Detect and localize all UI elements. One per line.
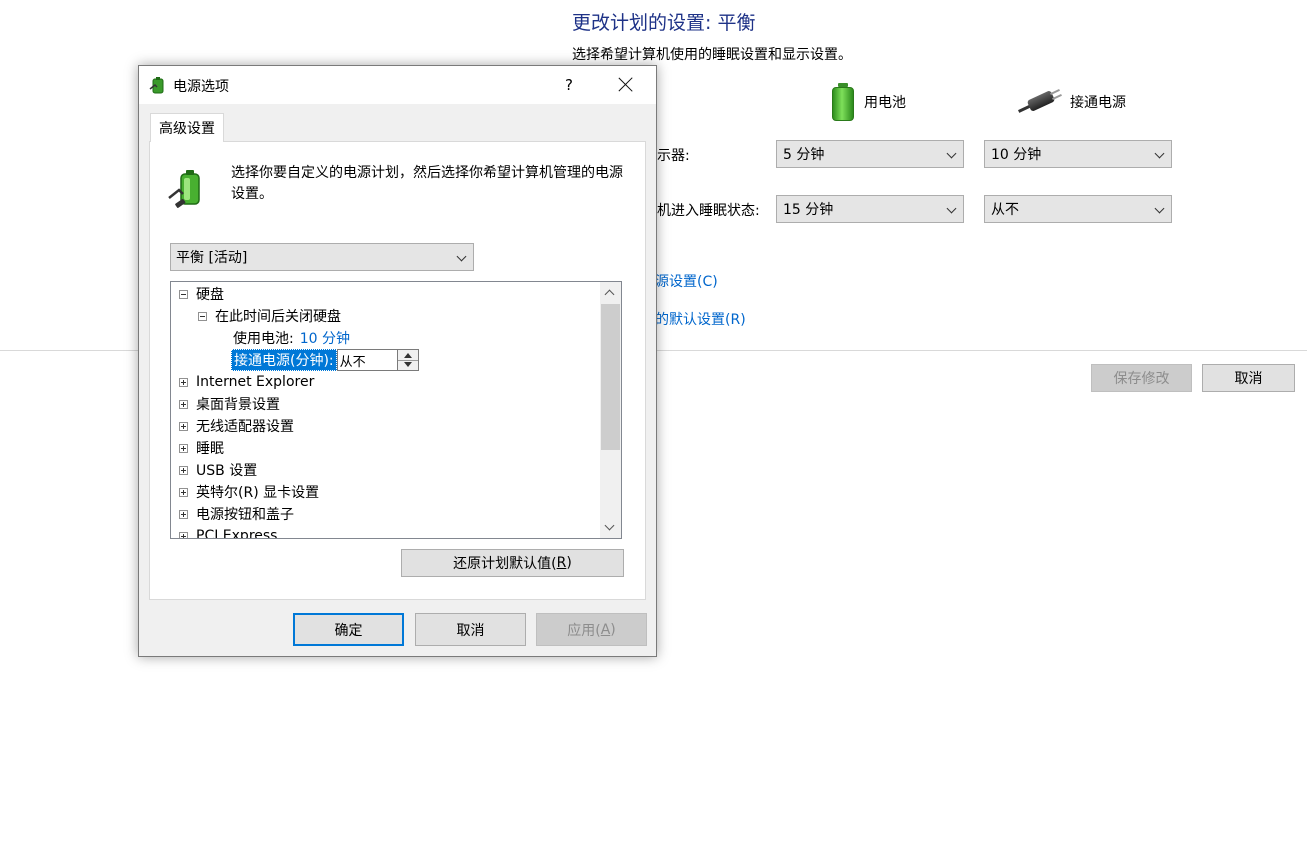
expand-icon[interactable] <box>179 399 188 409</box>
sleep-battery-value: 15 分钟 <box>783 202 834 218</box>
sleep-plugged-select[interactable]: 从不 <box>984 195 1172 223</box>
apply-accelerator-key: A <box>600 621 611 638</box>
battery-icon <box>830 83 856 121</box>
tree-item-label: 睡眠 <box>196 441 224 457</box>
chevron-down-icon <box>1154 148 1165 159</box>
dialog-description: 选择你要自定义的电源计划，然后选择你希望计算机管理的电源设置。 <box>231 165 623 202</box>
settings-tree[interactable]: 硬盘 在此时间后关闭硬盘 使用电池: 10 分钟 接通电源(分钟): 从不 In… <box>170 281 622 539</box>
collapse-icon[interactable] <box>198 311 207 321</box>
scroll-down-icon[interactable] <box>604 520 615 531</box>
chevron-down-icon <box>456 251 467 262</box>
dialog-title: 电源选项 <box>173 79 229 95</box>
tree-item-turn-off-disk[interactable]: 在此时间后关闭硬盘 <box>198 305 341 327</box>
power-plan-value: 平衡 [活动] <box>176 250 248 266</box>
tree-item-label: 硬盘 <box>196 287 224 303</box>
scroll-up-icon[interactable] <box>604 289 615 300</box>
cancel-button[interactable]: 取消 <box>1202 364 1295 392</box>
close-icon[interactable] <box>613 72 639 98</box>
tree-scrollbar[interactable] <box>600 282 621 538</box>
on-battery-label: 使用电池: <box>233 331 294 347</box>
battery-column-header: 用电池 <box>830 82 906 122</box>
tree-item-on-battery[interactable]: 使用电池: 10 分钟 <box>233 327 350 349</box>
plugged-in-label: 接通电源(分钟): <box>231 349 337 371</box>
apply-label-suffix: ) <box>610 621 616 638</box>
chevron-down-icon <box>946 148 957 159</box>
tree-item-intel-graphics[interactable]: 英特尔(R) 显卡设置 <box>179 481 319 503</box>
tree-item-label: USB 设置 <box>196 463 258 479</box>
sleep-battery-select[interactable]: 15 分钟 <box>776 195 964 223</box>
restore-accelerator-key: R <box>556 555 567 571</box>
tab-advanced-settings[interactable]: 高级设置 <box>150 113 224 142</box>
expand-icon[interactable] <box>179 421 188 431</box>
tree-item-wireless-adapter[interactable]: 无线适配器设置 <box>179 415 294 437</box>
plugged-in-input[interactable]: 从不 <box>336 349 397 371</box>
plugged-column-label: 接通电源 <box>1070 95 1126 111</box>
display-plugged-select[interactable]: 10 分钟 <box>984 140 1172 168</box>
save-changes-button[interactable]: 保存修改 <box>1091 364 1192 392</box>
display-plugged-value: 10 分钟 <box>991 147 1042 163</box>
chevron-down-icon <box>1154 203 1165 214</box>
tree-item-label: PCI Express <box>196 528 278 539</box>
tree-item-desktop-background[interactable]: 桌面背景设置 <box>179 393 280 415</box>
help-button[interactable]: ? <box>557 72 581 98</box>
dialog-cancel-button[interactable]: 取消 <box>415 613 526 646</box>
expand-icon[interactable] <box>179 487 188 497</box>
restore-label-prefix: 还原计划默认值( <box>453 556 557 572</box>
on-battery-value[interactable]: 10 分钟 <box>300 328 350 348</box>
tree-item-label: 电源按钮和盖子 <box>196 507 294 523</box>
expand-icon[interactable] <box>179 443 188 453</box>
tree-item-pci-express[interactable]: PCI Express <box>179 525 278 539</box>
spin-buttons[interactable] <box>396 349 419 371</box>
page-subtitle: 选择希望计算机使用的睡眠设置和显示设置。 <box>572 47 852 63</box>
power-options-dialog: 电源选项 ? 高级设置 选择你要自定义的电源计划，然后选择你希望计算机管理的电源… <box>138 65 657 657</box>
tree-item-sleep[interactable]: 睡眠 <box>179 437 224 459</box>
spin-down-icon[interactable] <box>403 362 412 367</box>
power-plug-icon <box>1018 87 1062 117</box>
apply-label-prefix: 应用( <box>567 622 601 639</box>
tree-item-label: 桌面背景设置 <box>196 397 280 413</box>
apply-button[interactable]: 应用(A) <box>536 613 647 646</box>
expand-icon[interactable] <box>179 377 188 387</box>
tree-item-label: 在此时间后关闭硬盘 <box>215 309 341 325</box>
restore-plan-defaults-button[interactable]: 还原计划默认值(R) <box>401 549 624 577</box>
collapse-icon[interactable] <box>179 289 188 299</box>
dialog-titlebar: 电源选项 ? <box>139 66 656 104</box>
scrollbar-thumb[interactable] <box>601 304 620 450</box>
spin-up-icon[interactable] <box>403 353 412 358</box>
tree-item-hard-disk[interactable]: 硬盘 <box>179 283 224 305</box>
plugged-column-header: 接通电源 <box>1018 82 1126 122</box>
display-battery-value: 5 分钟 <box>783 147 825 163</box>
tree-item-label: Internet Explorer <box>196 374 315 390</box>
power-plan-icon <box>168 170 200 208</box>
turn-off-display-label: 示器: <box>657 148 690 164</box>
expand-icon[interactable] <box>179 509 188 519</box>
sleep-plugged-value: 从不 <box>991 202 1019 218</box>
expand-icon[interactable] <box>179 465 188 475</box>
tree-item-label: 无线适配器设置 <box>196 419 294 435</box>
chevron-down-icon <box>946 203 957 214</box>
expand-icon[interactable] <box>179 531 188 538</box>
tree-item-plugged-in[interactable]: 接通电源(分钟): 从不 <box>231 349 419 371</box>
power-options-icon <box>149 77 164 94</box>
sleep-label: 机进入睡眠状态: <box>657 203 760 219</box>
ok-button[interactable]: 确定 <box>293 613 404 646</box>
restore-label-suffix: ) <box>566 555 572 571</box>
tree-item-label: 英特尔(R) 显卡设置 <box>196 485 320 501</box>
battery-column-label: 用电池 <box>864 95 906 111</box>
power-plan-select[interactable]: 平衡 [活动] <box>170 243 474 271</box>
tree-item-power-buttons[interactable]: 电源按钮和盖子 <box>179 503 294 525</box>
tree-item-usb[interactable]: USB 设置 <box>179 459 257 481</box>
change-advanced-settings-link[interactable]: 源设置(C) <box>655 271 718 291</box>
page-title: 更改计划的设置: 平衡 <box>572 12 756 34</box>
display-battery-select[interactable]: 5 分钟 <box>776 140 964 168</box>
tree-item-internet-explorer[interactable]: Internet Explorer <box>179 371 314 393</box>
restore-defaults-link[interactable]: 的默认设置(R) <box>655 309 746 329</box>
